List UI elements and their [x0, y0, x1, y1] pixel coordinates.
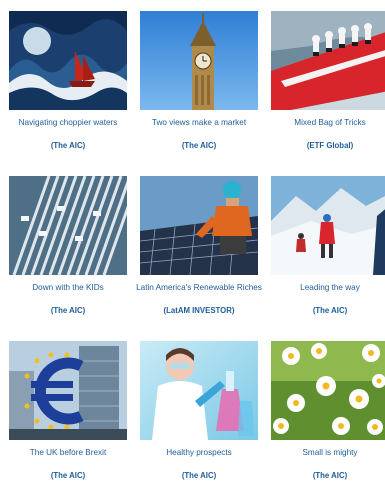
lab-scientist-image[interactable]	[140, 341, 258, 440]
article-title-link[interactable]: The UK before Brexit	[9, 448, 127, 458]
article-card-the-uk-before-brexit[interactable]: The UK before Brexit (The AIC)	[9, 341, 127, 481]
article-card-mixed-bag-of-tricks[interactable]: Mixed Bag of Tricks (ETF Global)	[271, 11, 385, 151]
file-folders-image[interactable]	[9, 176, 127, 275]
article-source: (ETF Global)	[306, 141, 354, 150]
ship-in-storm-image[interactable]	[9, 11, 127, 110]
article-card-navigating-choppier-waters[interactable]: Navigating choppier waters (The AIC)	[9, 11, 127, 151]
solar-panel-worker-image[interactable]	[140, 176, 258, 275]
big-ben-image[interactable]	[140, 11, 258, 110]
article-source: (The AIC)	[181, 141, 217, 150]
article-card-down-with-the-kids[interactable]: Down with the KIDs (The AIC)	[9, 176, 127, 316]
article-source: (LatAM INVESTOR)	[163, 306, 235, 315]
article-title-link[interactable]: Down with the KIDs	[9, 283, 127, 293]
article-title-link[interactable]: Two views make a market	[140, 118, 258, 128]
article-card-small-is-mighty[interactable]: Small is mighty (The AIC)	[271, 341, 385, 481]
article-card-latin-americas-renewable-riches[interactable]: Latin America's Renewable Riches (LatAM …	[136, 176, 262, 316]
article-card-two-views-make-a-market[interactable]: Two views make a market (The AIC)	[140, 11, 258, 151]
article-card-leading-the-way[interactable]: Leading the way (The AIC)	[271, 176, 385, 316]
euro-sign-image[interactable]	[9, 341, 127, 440]
article-source: (The AIC)	[312, 306, 348, 315]
article-title-link[interactable]: Healthy prospects	[140, 448, 258, 458]
article-title-link[interactable]: Latin America's Renewable Riches	[134, 283, 264, 293]
article-title-link[interactable]: Navigating choppier waters	[9, 118, 127, 128]
article-title-link[interactable]: Leading the way	[271, 283, 385, 293]
article-card-healthy-prospects[interactable]: Healthy prospects (The AIC)	[140, 341, 258, 481]
article-title-link[interactable]: Small is mighty	[271, 448, 385, 458]
sailing-crew-image[interactable]	[271, 11, 385, 110]
article-source: (The AIC)	[50, 306, 86, 315]
article-title-link[interactable]: Mixed Bag of Tricks	[271, 118, 385, 128]
daisy-field-image[interactable]	[271, 341, 385, 440]
mountain-hikers-image[interactable]	[271, 176, 385, 275]
article-source: (The AIC)	[50, 141, 86, 150]
